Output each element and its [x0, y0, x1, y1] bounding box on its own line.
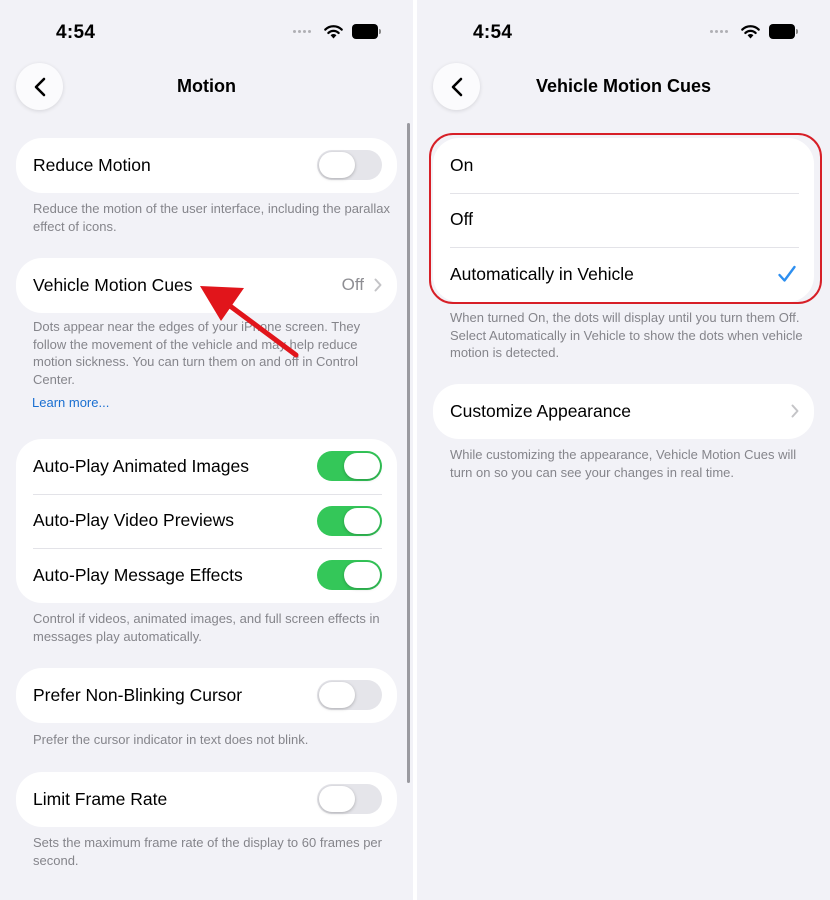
autoplay-video-previews-row[interactable]: Auto-Play Video Previews	[16, 493, 397, 549]
non-blinking-cursor-toggle[interactable]	[317, 680, 382, 711]
vehicle-motion-cues-label: Vehicle Motion Cues	[33, 274, 193, 295]
nav-bar: Vehicle Motion Cues	[417, 63, 830, 111]
autoplay-message-effects-label: Auto-Play Message Effects	[33, 564, 243, 585]
status-bar: 4:54	[0, 0, 413, 62]
autoplay-animated-images-toggle[interactable]	[317, 451, 382, 482]
autoplay-video-previews-toggle[interactable]	[317, 505, 382, 536]
vehicle-motion-cues-row[interactable]: Vehicle Motion Cues Off	[16, 258, 397, 313]
chevron-right-icon	[374, 278, 382, 292]
autoplay-card: Auto-Play Animated Images Auto-Play Vide…	[16, 439, 397, 603]
reduce-motion-footer: Reduce the motion of the user interface,…	[33, 201, 390, 234]
status-time: 4:54	[56, 22, 96, 43]
reduce-motion-toggle[interactable]	[317, 150, 382, 181]
customize-appearance-row[interactable]: Customize Appearance	[433, 384, 814, 439]
reduce-motion-label: Reduce Motion	[33, 154, 151, 175]
customize-appearance-card: Customize Appearance	[433, 384, 814, 439]
signal-dots-icon	[293, 30, 311, 33]
limit-frame-rate-label: Limit Frame Rate	[33, 788, 168, 809]
status-icons	[710, 24, 798, 39]
battery-icon	[352, 24, 381, 39]
vehicle-motion-cues-value: Off	[341, 275, 364, 295]
vehicle-motion-cues-footer: Dots appear near the edges of your iPhon…	[33, 319, 361, 387]
battery-icon	[769, 24, 798, 39]
vehicle-cues-options-footer: When turned On, the dots will display un…	[450, 310, 803, 360]
limit-frame-rate-toggle[interactable]	[317, 784, 382, 815]
scroll-indicator[interactable]	[407, 123, 410, 783]
autoplay-message-effects-row[interactable]: Auto-Play Message Effects	[16, 548, 397, 603]
non-blinking-cursor-footer: Prefer the cursor indicator in text does…	[33, 732, 309, 747]
status-time: 4:54	[473, 22, 513, 43]
customize-appearance-label: Customize Appearance	[450, 400, 631, 421]
reduce-motion-card: Reduce Motion	[16, 138, 397, 193]
limit-frame-rate-row[interactable]: Limit Frame Rate	[16, 772, 397, 827]
non-blinking-cursor-card: Prefer Non-Blinking Cursor	[16, 668, 397, 723]
status-bar: 4:54	[417, 0, 830, 62]
autoplay-animated-images-row[interactable]: Auto-Play Animated Images	[16, 439, 397, 494]
autoplay-animated-images-label: Auto-Play Animated Images	[33, 455, 249, 476]
autoplay-message-effects-toggle[interactable]	[317, 560, 382, 591]
vehicle-motion-cues-card: Vehicle Motion Cues Off	[16, 258, 397, 313]
page-title: Vehicle Motion Cues	[535, 76, 712, 96]
nav-bar: Motion	[0, 63, 413, 111]
wifi-icon	[324, 25, 343, 39]
annotation-highlight-frame	[429, 133, 822, 304]
autoplay-video-previews-label: Auto-Play Video Previews	[33, 510, 235, 531]
reduce-motion-row[interactable]: Reduce Motion	[16, 138, 397, 193]
wifi-icon	[741, 25, 760, 39]
vehicle-motion-cues-screen: 4:54 Vehicle Motion Cues On Off Automati…	[417, 0, 830, 900]
non-blinking-cursor-row[interactable]: Prefer Non-Blinking Cursor	[16, 668, 397, 723]
motion-screen: 4:54 Motion Reduce Motion Reduce the mot…	[0, 0, 413, 900]
learn-more-link[interactable]: Learn more...	[32, 395, 109, 410]
limit-frame-rate-footer: Sets the maximum frame rate of the displ…	[33, 835, 382, 868]
signal-dots-icon	[710, 30, 728, 33]
limit-frame-rate-card: Limit Frame Rate	[16, 772, 397, 827]
non-blinking-cursor-label: Prefer Non-Blinking Cursor	[33, 684, 243, 705]
status-icons	[293, 24, 381, 39]
page-title: Motion	[177, 76, 236, 96]
autoplay-footer: Control if videos, animated images, and …	[33, 611, 380, 644]
chevron-right-icon	[791, 404, 799, 418]
customize-appearance-footer: While customizing the appearance, Vehicl…	[450, 447, 797, 480]
